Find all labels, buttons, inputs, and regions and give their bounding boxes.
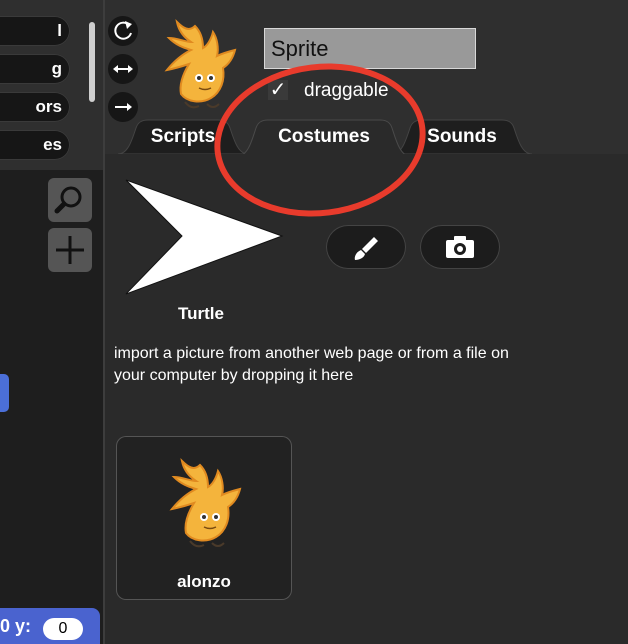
rotate-icon — [114, 21, 132, 40]
import-instructions: import a picture from another web page o… — [114, 345, 509, 384]
category-button-sensing[interactable]: g — [0, 54, 70, 84]
sprite-name-field[interactable] — [264, 28, 476, 69]
rotation-can-rotate-button[interactable] — [108, 16, 138, 46]
sprite-coordinates: 0 y: 0 — [0, 608, 100, 644]
search-icon — [54, 186, 82, 214]
current-costume-label: Turtle — [178, 304, 224, 323]
tab-scripts-label: Scripts — [150, 126, 216, 147]
palette-block[interactable] — [0, 374, 9, 412]
paintbrush-icon — [354, 237, 378, 260]
category-scrollbar[interactable] — [89, 22, 95, 102]
flip-icon — [113, 65, 133, 73]
x-value-fragment: 0 — [0, 616, 11, 636]
search-blocks-button[interactable] — [48, 178, 92, 222]
y-label: y: — [15, 616, 32, 636]
camera-costume-button[interactable] — [420, 225, 500, 269]
alonzo-costume-image — [169, 457, 242, 548]
sprite-thumbnail[interactable] — [155, 18, 237, 114]
paint-new-costume-button[interactable] — [326, 225, 406, 269]
plus-icon — [56, 236, 84, 264]
camera-icon — [446, 236, 474, 258]
costume-item-label: alonzo — [177, 572, 231, 591]
make-block-button[interactable] — [48, 228, 92, 272]
category-button-operators[interactable]: ors — [0, 92, 70, 122]
y-value-field[interactable]: 0 — [43, 618, 83, 640]
alonzo-sprite-image — [164, 18, 237, 109]
category-button-control[interactable]: l — [0, 16, 70, 46]
sprite-name-input[interactable] — [265, 29, 475, 68]
tab-sounds-label: Sounds — [427, 126, 497, 147]
category-button-variables[interactable]: es — [0, 130, 70, 160]
costume-item[interactable]: alonzo — [116, 436, 292, 600]
rotation-flip-button[interactable] — [108, 54, 138, 84]
